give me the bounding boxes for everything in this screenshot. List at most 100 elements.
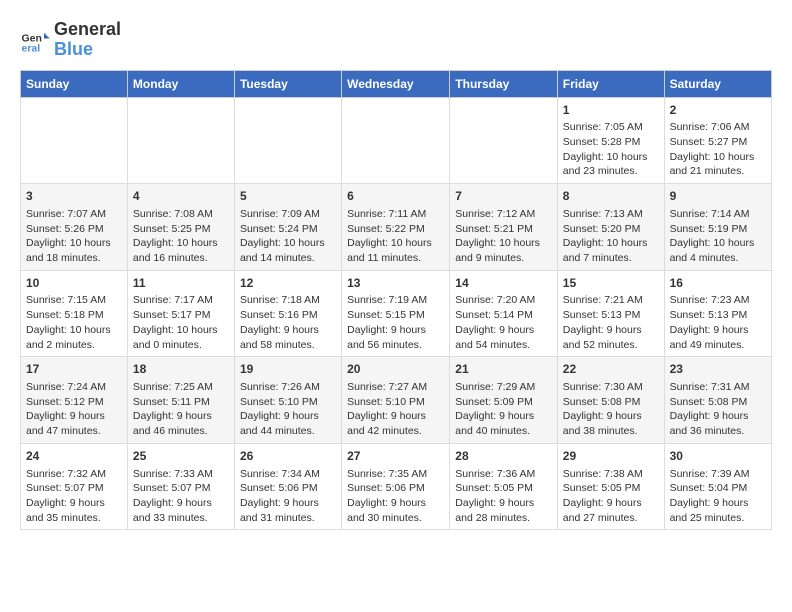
header-thursday: Thursday <box>450 70 558 97</box>
day-info: Sunset: 5:26 PM <box>26 222 122 237</box>
day-info: Daylight: 9 hours and 40 minutes. <box>455 409 552 438</box>
day-number: 17 <box>26 361 122 378</box>
day-number: 27 <box>347 448 444 465</box>
day-info: Sunset: 5:06 PM <box>347 481 444 496</box>
header-friday: Friday <box>557 70 664 97</box>
day-cell: 30Sunrise: 7:39 AMSunset: 5:04 PMDayligh… <box>664 443 771 530</box>
day-info: Daylight: 10 hours and 18 minutes. <box>26 236 122 265</box>
day-info: Sunset: 5:10 PM <box>347 395 444 410</box>
logo: Gen eral General Blue <box>20 20 121 60</box>
day-cell: 5Sunrise: 7:09 AMSunset: 5:24 PMDaylight… <box>234 184 341 271</box>
logo-line2: Blue <box>54 40 121 60</box>
header-wednesday: Wednesday <box>342 70 450 97</box>
day-info: Sunrise: 7:30 AM <box>563 380 659 395</box>
day-number: 7 <box>455 188 552 205</box>
day-info: Sunset: 5:19 PM <box>670 222 766 237</box>
day-info: Sunset: 5:07 PM <box>133 481 229 496</box>
day-cell: 3 Sunrise: 7:07 AMSunset: 5:26 PMDaylight… <box>21 184 128 271</box>
day-info: Sunset: 5:12 PM <box>26 395 122 410</box>
day-info: Daylight: 10 hours and 4 minutes. <box>670 236 766 265</box>
day-info: Sunrise: 7:31 AM <box>670 380 766 395</box>
day-info: Sunrise: 7:15 AM <box>26 293 122 308</box>
day-info: Sunrise: 7:32 AM <box>26 467 122 482</box>
day-info: Sunset: 5:07 PM <box>26 481 122 496</box>
day-cell: 8Sunrise: 7:13 AMSunset: 5:20 PMDaylight… <box>557 184 664 271</box>
calendar-table: SundayMondayTuesdayWednesdayThursdayFrid… <box>20 70 772 531</box>
day-info: Sunset: 5:06 PM <box>240 481 336 496</box>
day-cell: 17Sunrise: 7:24 AMSunset: 5:12 PMDayligh… <box>21 357 128 444</box>
day-number: 3 <box>26 188 122 205</box>
day-info: Sunrise: 7:06 AM <box>670 120 766 135</box>
day-number: 14 <box>455 275 552 292</box>
day-info: Sunrise: 7:08 AM <box>133 207 229 222</box>
day-cell: 29Sunrise: 7:38 AMSunset: 5:05 PMDayligh… <box>557 443 664 530</box>
day-info: Sunrise: 7:21 AM <box>563 293 659 308</box>
day-info: Sunrise: 7:36 AM <box>455 467 552 482</box>
day-info: Sunset: 5:28 PM <box>563 135 659 150</box>
day-info: Sunrise: 7:23 AM <box>670 293 766 308</box>
day-cell: 15Sunrise: 7:21 AMSunset: 5:13 PMDayligh… <box>557 270 664 357</box>
day-info: Daylight: 10 hours and 9 minutes. <box>455 236 552 265</box>
day-info: Sunrise: 7:26 AM <box>240 380 336 395</box>
svg-text:eral: eral <box>22 42 41 54</box>
day-cell: 19Sunrise: 7:26 AMSunset: 5:10 PMDayligh… <box>234 357 341 444</box>
day-info: Daylight: 10 hours and 14 minutes. <box>240 236 336 265</box>
day-number: 28 <box>455 448 552 465</box>
day-info: Daylight: 9 hours and 56 minutes. <box>347 323 444 352</box>
day-info: Sunset: 5:20 PM <box>563 222 659 237</box>
day-info: Daylight: 9 hours and 36 minutes. <box>670 409 766 438</box>
day-number: 23 <box>670 361 766 378</box>
header-monday: Monday <box>127 70 234 97</box>
day-number: 22 <box>563 361 659 378</box>
day-cell <box>450 97 558 184</box>
day-number: 4 <box>133 188 229 205</box>
day-info: Sunrise: 7:27 AM <box>347 380 444 395</box>
day-cell: 16Sunrise: 7:23 AMSunset: 5:13 PMDayligh… <box>664 270 771 357</box>
day-cell: 4 Sunrise: 7:08 AMSunset: 5:25 PMDaylight… <box>127 184 234 271</box>
day-info: Sunrise: 7:09 AM <box>240 207 336 222</box>
day-cell <box>234 97 341 184</box>
day-info: Daylight: 9 hours and 46 minutes. <box>133 409 229 438</box>
day-info: Sunrise: 7:29 AM <box>455 380 552 395</box>
logo-icon: Gen eral <box>20 25 50 55</box>
day-info: Sunrise: 7:34 AM <box>240 467 336 482</box>
day-info: Sunrise: 7:05 AM <box>563 120 659 135</box>
day-info: Daylight: 10 hours and 16 minutes. <box>133 236 229 265</box>
day-number: 16 <box>670 275 766 292</box>
day-cell: 20 Sunrise: 7:27 AMSunset: 5:10 PMDayligh… <box>342 357 450 444</box>
day-info: Sunrise: 7:13 AM <box>563 207 659 222</box>
day-info: Daylight: 9 hours and 54 minutes. <box>455 323 552 352</box>
day-info: Sunrise: 7:17 AM <box>133 293 229 308</box>
day-info: Sunset: 5:16 PM <box>240 308 336 323</box>
day-info: Sunset: 5:15 PM <box>347 308 444 323</box>
day-info: Sunset: 5:21 PM <box>455 222 552 237</box>
day-info: Sunrise: 7:18 AM <box>240 293 336 308</box>
day-cell: 1Sunrise: 7:05 AMSunset: 5:28 PMDaylight… <box>557 97 664 184</box>
day-info: Sunset: 5:25 PM <box>133 222 229 237</box>
day-info: Daylight: 9 hours and 35 minutes. <box>26 496 122 525</box>
day-cell: 23Sunrise: 7:31 AMSunset: 5:08 PMDayligh… <box>664 357 771 444</box>
day-info: Daylight: 10 hours and 0 minutes. <box>133 323 229 352</box>
day-number: 24 <box>26 448 122 465</box>
day-info: Daylight: 9 hours and 25 minutes. <box>670 496 766 525</box>
day-cell: 26Sunrise: 7:34 AMSunset: 5:06 PMDayligh… <box>234 443 341 530</box>
day-info: Daylight: 9 hours and 42 minutes. <box>347 409 444 438</box>
day-info: Daylight: 9 hours and 49 minutes. <box>670 323 766 352</box>
day-info: Daylight: 10 hours and 21 minutes. <box>670 150 766 179</box>
day-info: Daylight: 9 hours and 33 minutes. <box>133 496 229 525</box>
day-info: Sunrise: 7:07 AM <box>26 207 122 222</box>
day-info: Sunrise: 7:24 AM <box>26 380 122 395</box>
day-number: 2 <box>670 102 766 119</box>
logo-line1: General <box>54 20 121 40</box>
day-cell: 25 Sunrise: 7:33 AMSunset: 5:07 PMDayligh… <box>127 443 234 530</box>
day-number: 25 <box>133 448 229 465</box>
week-row-1: 1Sunrise: 7:05 AMSunset: 5:28 PMDaylight… <box>21 97 772 184</box>
day-info: Sunrise: 7:33 AM <box>133 467 229 482</box>
day-cell: 6Sunrise: 7:11 AMSunset: 5:22 PMDaylight… <box>342 184 450 271</box>
day-info: Daylight: 9 hours and 30 minutes. <box>347 496 444 525</box>
day-info: Sunrise: 7:20 AM <box>455 293 552 308</box>
day-cell: 11Sunrise: 7:17 AMSunset: 5:17 PMDayligh… <box>127 270 234 357</box>
day-info: Daylight: 10 hours and 2 minutes. <box>26 323 122 352</box>
day-info: Daylight: 9 hours and 27 minutes. <box>563 496 659 525</box>
day-number: 20 <box>347 361 444 378</box>
